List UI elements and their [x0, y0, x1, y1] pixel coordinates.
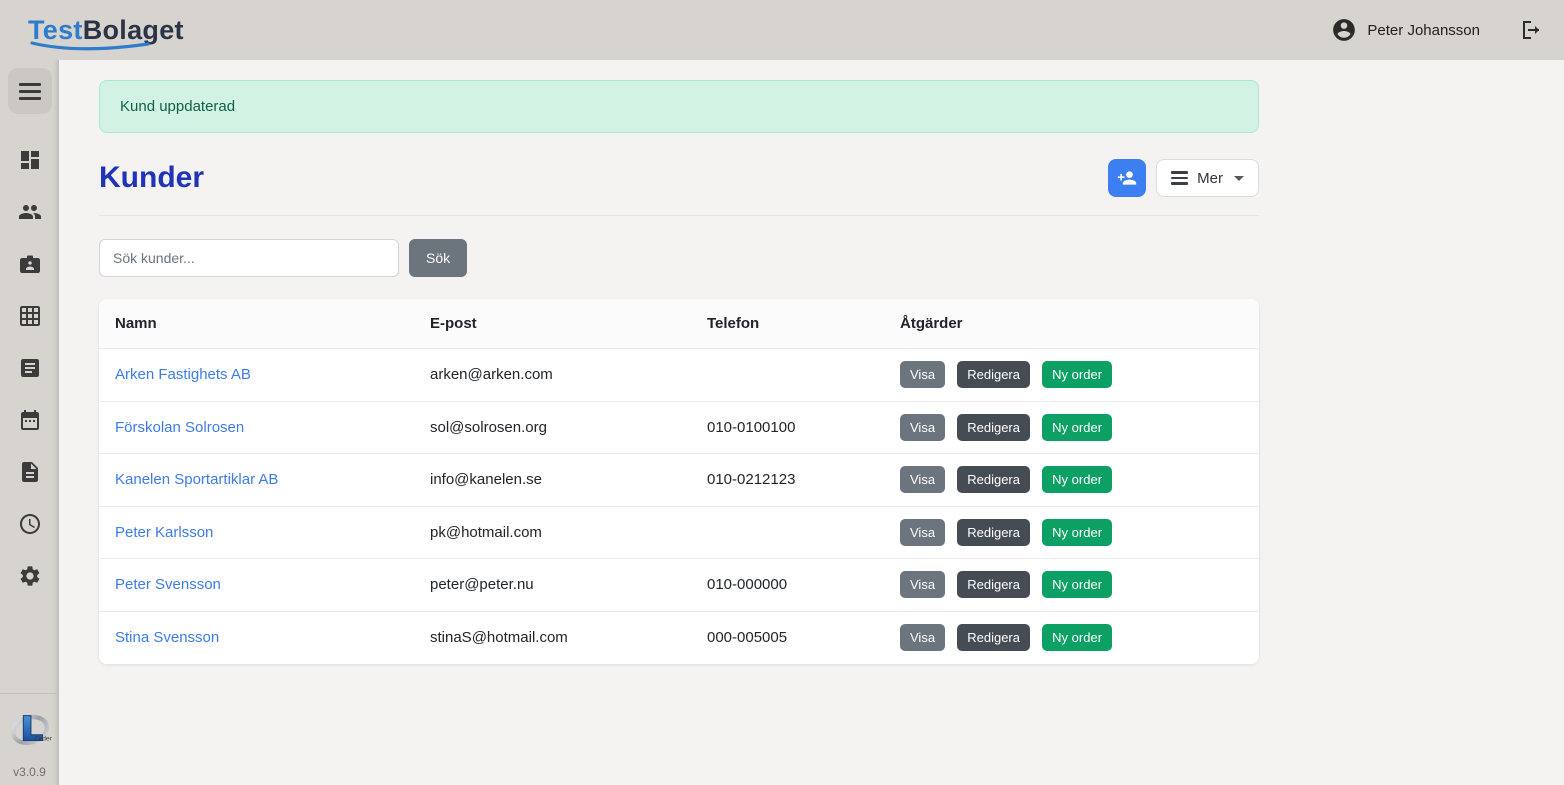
- column-header-phone: Telefon: [691, 299, 884, 348]
- customer-email: arken@arken.com: [414, 366, 691, 383]
- visa-button[interactable]: Visa: [900, 624, 945, 651]
- grid-icon[interactable]: [18, 304, 42, 328]
- logo-swoosh: [30, 41, 152, 52]
- customer-name-link[interactable]: Stina Svensson: [115, 629, 219, 646]
- customer-email: sol@solrosen.org: [414, 419, 691, 436]
- customer-email: pk@hotmail.com: [414, 524, 691, 541]
- logout-button[interactable]: [1518, 18, 1542, 42]
- more-button[interactable]: Mer: [1156, 159, 1259, 197]
- user-name: Peter Johansson: [1367, 22, 1480, 39]
- ny-order-button[interactable]: Ny order: [1042, 466, 1112, 493]
- customer-name-link[interactable]: Arken Fastighets AB: [115, 366, 251, 383]
- customer-name-link[interactable]: Peter Svensson: [115, 576, 221, 593]
- add-customer-button[interactable]: [1108, 159, 1146, 197]
- column-header-actions: Åtgärder: [884, 299, 1259, 348]
- customer-email: info@kanelen.se: [414, 471, 691, 488]
- customer-phone: 000-005005: [691, 629, 884, 646]
- document-icon[interactable]: [18, 460, 42, 484]
- customer-name-link[interactable]: Peter Karlsson: [115, 524, 213, 541]
- sidebar-footer: Order v3.0.9: [0, 693, 59, 785]
- table-row: Stina Svensson stinaS@hotmail.com 000-00…: [99, 612, 1259, 665]
- customer-phone: 010-0212123: [691, 471, 884, 488]
- ny-order-button[interactable]: Ny order: [1042, 361, 1112, 388]
- redigera-button[interactable]: Redigera: [957, 624, 1030, 651]
- table-body: Arken Fastighets AB arken@arken.com Visa…: [99, 349, 1259, 664]
- chevron-down-icon: [1234, 176, 1244, 181]
- success-alert: Kund uppdaterad: [99, 80, 1259, 133]
- ny-order-button[interactable]: Ny order: [1042, 571, 1112, 598]
- menu-toggle-button[interactable]: [8, 68, 52, 114]
- visa-button[interactable]: Visa: [900, 466, 945, 493]
- app-badge-logo: Order: [7, 706, 53, 752]
- column-header-email: E-post: [414, 299, 691, 348]
- section-divider: [99, 215, 1259, 216]
- list-icon: [1171, 171, 1188, 185]
- redigera-button[interactable]: Redigera: [957, 466, 1030, 493]
- top-bar: TestBolaget Peter Johansson: [0, 0, 1564, 60]
- customer-phone: 010-000000: [691, 576, 884, 593]
- redigera-button[interactable]: Redigera: [957, 361, 1030, 388]
- article-icon[interactable]: [18, 356, 42, 380]
- settings-icon[interactable]: [18, 564, 42, 588]
- sidebar: Order v3.0.9: [0, 60, 59, 785]
- customer-email: stinaS@hotmail.com: [414, 629, 691, 646]
- column-header-name: Namn: [99, 299, 414, 348]
- visa-button[interactable]: Visa: [900, 361, 945, 388]
- customer-email: peter@peter.nu: [414, 576, 691, 593]
- visa-button[interactable]: Visa: [900, 571, 945, 598]
- version-label: v3.0.9: [0, 765, 59, 779]
- sidebar-nav: [0, 148, 59, 588]
- table-row: Peter Karlsson pk@hotmail.com Visa Redig…: [99, 507, 1259, 560]
- redigera-button[interactable]: Redigera: [957, 519, 1030, 546]
- clock-icon[interactable]: [18, 512, 42, 536]
- alert-message: Kund uppdaterad: [120, 98, 235, 115]
- user-area: Peter Johansson: [1331, 17, 1542, 43]
- customers-table: Namn E-post Telefon Åtgärder Arken Fasti…: [99, 299, 1259, 664]
- table-row: Förskolan Solrosen sol@solrosen.org 010-…: [99, 402, 1259, 455]
- person-add-icon: [1117, 168, 1137, 188]
- app-logo[interactable]: TestBolaget: [28, 17, 184, 44]
- visa-button[interactable]: Visa: [900, 519, 945, 546]
- menu-icon: [19, 83, 41, 86]
- table-row: Arken Fastighets AB arken@arken.com Visa…: [99, 349, 1259, 402]
- ny-order-button[interactable]: Ny order: [1042, 414, 1112, 441]
- dashboard-icon[interactable]: [18, 148, 42, 172]
- svg-text:Order: Order: [34, 736, 52, 743]
- calendar-icon[interactable]: [18, 408, 42, 432]
- main-content: Kund uppdaterad Kunder Mer Sök Nam: [59, 60, 1564, 785]
- sidebar-divider: [0, 693, 59, 694]
- logout-icon: [1518, 18, 1542, 42]
- search-button[interactable]: Sök: [409, 239, 467, 277]
- search-input[interactable]: [99, 239, 399, 277]
- account-circle-icon: [1331, 17, 1357, 43]
- people-icon[interactable]: [18, 200, 42, 224]
- table-row: Peter Svensson peter@peter.nu 010-000000…: [99, 559, 1259, 612]
- customer-name-link[interactable]: Förskolan Solrosen: [115, 419, 244, 436]
- redigera-button[interactable]: Redigera: [957, 571, 1030, 598]
- customer-phone: 010-0100100: [691, 419, 884, 436]
- table-header-row: Namn E-post Telefon Åtgärder: [99, 299, 1259, 349]
- ny-order-button[interactable]: Ny order: [1042, 624, 1112, 651]
- badge-icon[interactable]: [18, 252, 42, 276]
- visa-button[interactable]: Visa: [900, 414, 945, 441]
- page-title: Kunder: [99, 161, 204, 195]
- more-button-label: Mer: [1197, 170, 1223, 187]
- ny-order-button[interactable]: Ny order: [1042, 519, 1112, 546]
- redigera-button[interactable]: Redigera: [957, 414, 1030, 441]
- customer-name-link[interactable]: Kanelen Sportartiklar AB: [115, 471, 278, 488]
- table-row: Kanelen Sportartiklar AB info@kanelen.se…: [99, 454, 1259, 507]
